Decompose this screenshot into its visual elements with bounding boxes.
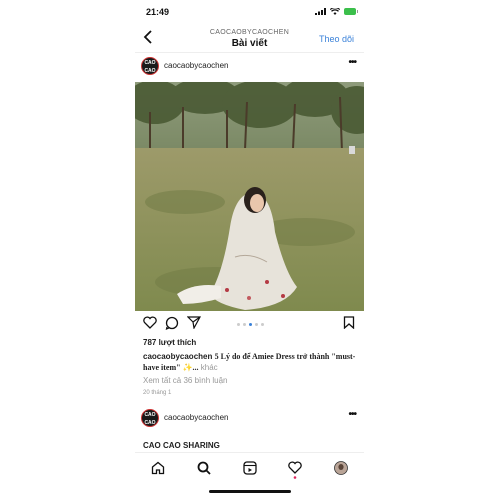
phone-screen: 21:49 CAOCAOBYCAOCHEN Bài viết Theo dõi … (135, 0, 364, 498)
battery-icon (344, 8, 358, 15)
status-icons (315, 8, 358, 15)
likes-count[interactable]: 787 lượt thích (143, 338, 196, 347)
home-icon[interactable] (151, 461, 165, 480)
signal-icon (315, 8, 326, 15)
home-indicator (209, 490, 291, 493)
more-options-icon[interactable]: ••• (348, 409, 356, 420)
carousel-dot (243, 323, 246, 326)
next-post-author-row: CAO CAO caocaobycaochen ••• (135, 407, 364, 430)
bottom-tab-bar (135, 452, 364, 483)
avatar[interactable]: CAO CAO (141, 57, 159, 75)
avatar[interactable]: CAO CAO (141, 409, 159, 427)
caption-more-link[interactable]: khác (201, 363, 218, 372)
carousel-indicator (237, 323, 264, 326)
wifi-icon (330, 8, 340, 15)
post-image (135, 82, 364, 311)
view-comments-link[interactable]: Xem tất cả 36 bình luận (143, 376, 228, 385)
post-author-row: CAO CAO caocaobycaochen ••• (135, 56, 364, 78)
post-actions (135, 316, 364, 334)
carousel-dot (237, 323, 240, 326)
post-caption: caocaobycaochen 5 Lý do để Amiee Dress t… (143, 351, 357, 373)
carousel-dot (255, 323, 258, 326)
post-date: 20 tháng 1 (143, 390, 172, 396)
post-username[interactable]: caocaobycaochen (164, 413, 229, 422)
search-icon[interactable] (197, 461, 211, 480)
post-header-bar: CAOCAOBYCAOCHEN Bài viết Theo dõi (135, 24, 364, 53)
post-username[interactable]: caocaobycaochen (164, 61, 229, 70)
caption-username[interactable]: caocaobycaochen (143, 352, 212, 361)
next-post-preview: CAO CAO SHARING (143, 441, 220, 450)
comment-icon[interactable] (165, 316, 179, 335)
carousel-dot-active (249, 323, 252, 326)
status-time: 21:49 (146, 7, 170, 17)
heart-icon[interactable] (143, 316, 157, 334)
more-options-icon[interactable]: ••• (348, 57, 356, 68)
status-bar: 21:49 (135, 7, 364, 21)
profile-avatar[interactable] (334, 461, 348, 480)
carousel-dot (261, 323, 264, 326)
share-icon[interactable] (186, 316, 202, 334)
follow-button[interactable]: Theo dõi (319, 34, 354, 44)
reels-icon[interactable] (243, 461, 257, 480)
post-photo[interactable] (135, 82, 364, 311)
bookmark-icon[interactable] (343, 316, 355, 334)
heart-icon[interactable] (288, 461, 302, 484)
